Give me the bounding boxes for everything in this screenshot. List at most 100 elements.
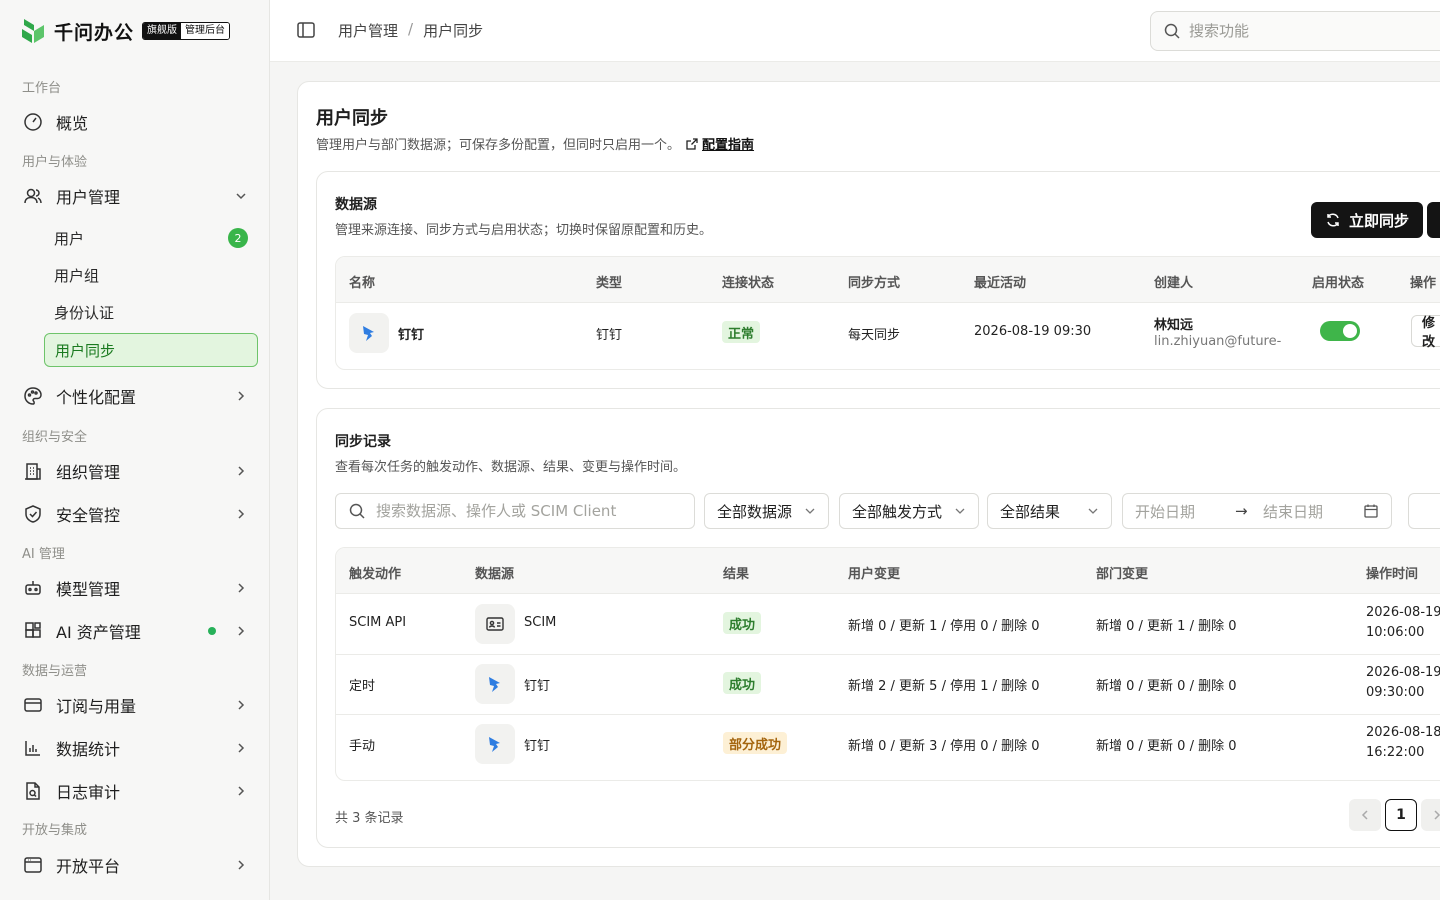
edit-button[interactable]: 修改 (1411, 315, 1440, 350)
external-link-icon (686, 137, 698, 150)
pager-prev-button[interactable] (1349, 799, 1381, 831)
blocks-icon (22, 620, 44, 642)
column-header: 最近活动 (974, 276, 1027, 291)
sidebar-subitem-user-sync[interactable]: 用户同步 (44, 333, 258, 367)
start-date-field[interactable]: 开始日期 (1135, 501, 1235, 522)
sidebar-item-open-platform[interactable]: 开放平台 (12, 845, 258, 885)
records-table-header: 触发动作 数据源 结果 用户变更 部门变更 操作时间 (336, 548, 1440, 594)
datasource-name[interactable]: 钉钉 (398, 324, 424, 343)
chevron-right-icon (1431, 809, 1440, 821)
sidebar-item-label: 开放平台 (56, 857, 121, 876)
dingtalk-icon (475, 724, 515, 764)
records-search-input[interactable] (376, 502, 676, 520)
sidebar-subitem-users[interactable]: 用户 2 (44, 221, 258, 255)
sidebar-subitem-user-groups[interactable]: 用户组 (44, 258, 258, 292)
robot-icon (22, 577, 44, 599)
result-badge: 成功 (723, 612, 762, 634)
chevron-down-icon (1087, 505, 1099, 517)
row-divider (336, 714, 1440, 715)
group-title-ai-manage: AI 管理 (22, 547, 65, 562)
sidebar-subitem-auth[interactable]: 身份认证 (44, 295, 258, 329)
config-guide-label: 配置指南 (702, 138, 755, 153)
records-description: 查看每次任务的触发动作、数据源、结果、变更与操作时间。 (335, 460, 687, 475)
more-actions-button[interactable] (1427, 202, 1440, 238)
end-date-field[interactable]: 结束日期 (1263, 501, 1363, 522)
sync-records-panel: 同步记录 查看每次任务的触发动作、数据源、结果、变更与操作时间。 全部数据源 全… (316, 408, 1440, 848)
chevron-right-icon (234, 581, 248, 595)
column-header: 同步方式 (848, 276, 901, 291)
connection-status-badge: 正常 (722, 321, 761, 343)
operation-date: 2026-08-18 (1366, 725, 1440, 740)
sync-now-label: 立即同步 (1349, 211, 1410, 230)
result-badge: 成功 (723, 672, 762, 694)
credit-card-icon (22, 694, 44, 716)
sidebar-item-audit[interactable]: 日志审计 (12, 771, 258, 811)
sidebar-item-statistics[interactable]: 数据统计 (12, 728, 258, 768)
last-activity: 2026-08-19 09:30 (974, 324, 1092, 339)
config-guide-link[interactable]: 配置指南 (686, 134, 754, 153)
sidebar-item-security[interactable]: 安全管控 (12, 494, 258, 534)
extra-filter-button[interactable] (1408, 493, 1440, 529)
result-filter-value: 全部结果 (1000, 502, 1061, 521)
column-header: 名称 (349, 276, 376, 291)
sidebar-item-user-manage[interactable]: 用户管理 (12, 176, 258, 216)
source-filter-value: 全部数据源 (717, 502, 793, 521)
trigger-filter-select[interactable]: 全部触发方式 (839, 493, 979, 529)
global-search[interactable] (1150, 11, 1440, 51)
group-title-data-ops: 数据与运营 (22, 664, 88, 679)
search-input[interactable] (1189, 22, 1409, 40)
records-title: 同步记录 (335, 434, 391, 450)
chevron-left-icon (1359, 809, 1371, 821)
result-filter-select[interactable]: 全部结果 (987, 493, 1112, 529)
column-header: 结果 (723, 567, 750, 582)
sidebar-item-label: 订阅与用量 (56, 697, 137, 716)
datasource-type: 钉钉 (596, 328, 623, 343)
sidebar-item-overview[interactable]: 概览 (12, 102, 258, 142)
breadcrumb-item-user-manage[interactable]: 用户管理 (338, 20, 398, 41)
sidebar-item-ai-assets[interactable]: AI 资产管理 (12, 611, 258, 651)
page-description-text: 管理用户与部门数据源；可保存多份配置，但同时只启用一个。 (316, 138, 681, 153)
trigger-cell: 定时 (349, 679, 376, 694)
building-icon (22, 460, 44, 482)
new-indicator-dot (208, 627, 216, 635)
chevron-right-icon (234, 698, 248, 712)
column-header: 部门变更 (1096, 567, 1149, 582)
dept-change-cell: 新增 0 / 更新 0 / 删除 0 (1096, 679, 1237, 694)
sidebar-item-subscription[interactable]: 订阅与用量 (12, 685, 258, 725)
sidebar-item-label: 安全管控 (56, 506, 121, 525)
breadcrumb-item-current: 用户同步 (423, 22, 484, 40)
sidebar-item-model-manage[interactable]: 模型管理 (12, 568, 258, 608)
sidebar-item-org-manage[interactable]: 组织管理 (12, 451, 258, 491)
operation-time: 16:22:00 (1366, 745, 1425, 760)
pager-next-button[interactable] (1421, 799, 1440, 831)
pager-page-current[interactable]: 1 (1385, 799, 1417, 831)
records-search[interactable] (335, 493, 695, 529)
records-total: 共 3 条记录 (335, 811, 404, 826)
column-header: 触发动作 (349, 567, 402, 582)
trigger-filter-value: 全部触发方式 (852, 502, 943, 521)
sidebar: 千问办公 旗舰版 管理后台 工作台 概览 用户与体验 用户管理 用户 2 用户组… (0, 0, 270, 900)
source-filter-select[interactable]: 全部数据源 (704, 493, 829, 529)
sidebar-subitem-label: 用户组 (54, 266, 100, 285)
group-title-workbench: 工作台 (22, 81, 62, 96)
datasource-table-header: 名称 类型 连接状态 同步方式 最近活动 创建人 启用状态 操作 (336, 257, 1440, 303)
column-header: 创建人 (1154, 276, 1194, 291)
main-content: 用户同步 管理用户与部门数据源；可保存多份配置，但同时只启用一个。 配置指南 数… (297, 81, 1440, 867)
source-cell: SCIM (524, 615, 557, 630)
sidebar-item-label: 日志审计 (56, 783, 121, 802)
column-header: 操作 (1410, 276, 1437, 291)
sidebar-item-personalize[interactable]: 个性化配置 (12, 376, 258, 416)
sync-mode: 每天同步 (848, 328, 901, 343)
enable-toggle[interactable] (1320, 321, 1360, 341)
date-range-picker[interactable]: 开始日期 → 结束日期 (1122, 493, 1392, 529)
topbar: 用户管理 / 用户同步 (270, 0, 1440, 62)
brand-logo[interactable]: 千问办公 旗舰版 管理后台 (20, 16, 231, 46)
group-title-user-exp: 用户与体验 (22, 155, 88, 170)
dingtalk-icon (475, 664, 515, 704)
chevron-down-icon (234, 189, 248, 203)
sidebar-item-label: 概览 (56, 114, 89, 133)
users-icon (22, 185, 44, 207)
operation-time: 10:06:00 (1366, 625, 1425, 640)
sync-now-button[interactable]: 立即同步 (1311, 202, 1424, 238)
sidebar-toggle-icon[interactable] (296, 20, 316, 40)
